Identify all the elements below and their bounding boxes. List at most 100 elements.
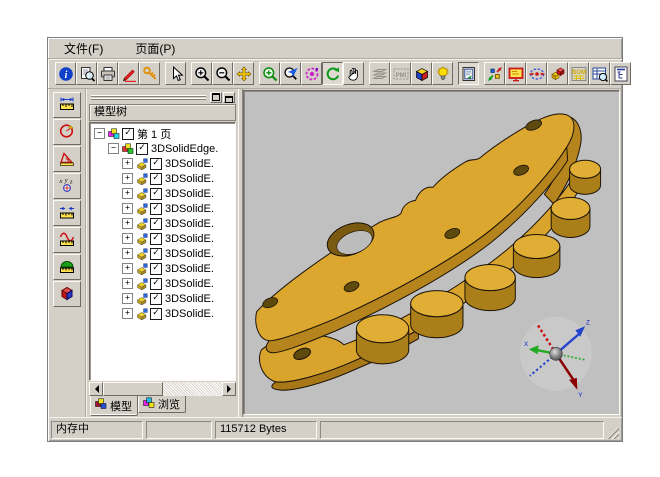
tree-row[interactable]: − ✓第 1 页	[90, 126, 235, 141]
tree-row[interactable]: + ✓3DSolidE.	[90, 261, 235, 276]
tree-row[interactable]: − ✓3DSolidEdge.	[90, 141, 235, 156]
view-cube-button[interactable]	[411, 62, 432, 85]
measure-radius-button[interactable]	[53, 119, 81, 145]
expand-icon[interactable]: +	[122, 293, 133, 304]
scroll-right-button[interactable]	[222, 382, 236, 396]
resize-grip[interactable]	[607, 427, 619, 439]
visibility-checkbox[interactable]: ✓	[150, 308, 162, 320]
tree-node-label[interactable]: 3DSolidE.	[165, 233, 214, 245]
tree-node-label[interactable]: 3DSolidE.	[165, 248, 214, 260]
expand-icon[interactable]: +	[122, 173, 133, 184]
tree-row[interactable]: + ✓3DSolidE.	[90, 231, 235, 246]
select-button[interactable]	[165, 62, 186, 85]
measure-area-button[interactable]	[53, 254, 81, 280]
collapse-icon[interactable]: −	[94, 128, 105, 139]
tree-row[interactable]: + ✓3DSolidE.	[90, 276, 235, 291]
menu-page[interactable]: 页面(P)	[131, 39, 179, 58]
tree-node-label[interactable]: 第 1 页	[137, 126, 171, 142]
pan-hand-button[interactable]	[343, 62, 364, 85]
expand-icon[interactable]: +	[122, 248, 133, 259]
layers-button[interactable]	[369, 62, 390, 85]
visibility-checkbox[interactable]: ✓	[150, 278, 162, 290]
measure-angle-button[interactable]	[53, 146, 81, 172]
zoom-window-button[interactable]	[259, 62, 280, 85]
panel-restore-button[interactable]	[210, 92, 222, 103]
lighting-button[interactable]	[432, 62, 453, 85]
print-preview-button[interactable]	[76, 62, 97, 85]
tree-row[interactable]: + ✓3DSolidE.	[90, 291, 235, 306]
expand-icon[interactable]: +	[122, 158, 133, 169]
tree-node-label[interactable]: 3DSolidE.	[165, 293, 214, 305]
visibility-checkbox[interactable]: ✓	[150, 263, 162, 275]
report-table-button[interactable]	[589, 62, 610, 85]
permissions-button[interactable]	[139, 62, 160, 85]
tree-row[interactable]: + ✓3DSolidE.	[90, 201, 235, 216]
visibility-checkbox[interactable]: ✓	[136, 143, 148, 155]
expand-icon[interactable]: +	[122, 278, 133, 289]
tree-row[interactable]: + ✓3DSolidE.	[90, 216, 235, 231]
visibility-checkbox[interactable]: ✓	[150, 218, 162, 230]
file-info-button[interactable]: i	[55, 62, 76, 85]
print-button[interactable]	[97, 62, 118, 85]
panel-hide-button[interactable]	[223, 92, 235, 103]
notebook-button[interactable]	[458, 62, 479, 85]
model-tree-toggle-button[interactable]	[610, 62, 631, 85]
tree-hscrollbar[interactable]	[89, 382, 236, 396]
viewport-3d[interactable]: X Z Y	[243, 90, 620, 415]
move-parts-button[interactable]	[547, 62, 568, 85]
tab-browse[interactable]: 浏览	[138, 396, 186, 413]
measure-curve-button[interactable]	[53, 227, 81, 253]
scroll-left-button[interactable]	[89, 382, 103, 396]
expand-icon[interactable]: +	[122, 263, 133, 274]
orientation-indicator[interactable]: X Z Y	[520, 317, 592, 399]
zoom-select-button[interactable]	[280, 62, 301, 85]
rotate-animation-button[interactable]	[526, 62, 547, 85]
zoom-in-button[interactable]	[191, 62, 212, 85]
expand-icon[interactable]: +	[122, 233, 133, 244]
measure-coordinate-button[interactable]: xyz	[53, 173, 81, 199]
visibility-checkbox[interactable]: ✓	[150, 173, 162, 185]
tree-row[interactable]: + ✓3DSolidE.	[90, 246, 235, 261]
menu-file[interactable]: 文件(F)	[60, 39, 107, 58]
tree-node-label[interactable]: 3DSolidE.	[165, 188, 214, 200]
measure-gap-button[interactable]	[53, 200, 81, 226]
tree-row[interactable]: + ✓3DSolidE.	[90, 186, 235, 201]
visibility-checkbox[interactable]: ✓	[150, 203, 162, 215]
expand-icon[interactable]: +	[122, 188, 133, 199]
explode-button[interactable]	[484, 62, 505, 85]
pmi-button[interactable]: PMI	[390, 62, 411, 85]
panel-gripper[interactable]	[89, 90, 236, 104]
pan-button[interactable]	[233, 62, 254, 85]
scrollbar-track[interactable]	[103, 382, 222, 396]
tree-node-label[interactable]: 3DSolidE.	[165, 263, 214, 275]
visibility-checkbox[interactable]: ✓	[150, 248, 162, 260]
expand-icon[interactable]: +	[122, 308, 133, 319]
bom-button[interactable]: BOM	[568, 62, 589, 85]
expand-icon[interactable]: +	[122, 203, 133, 214]
visibility-checkbox[interactable]: ✓	[150, 293, 162, 305]
tree-row[interactable]: + ✓3DSolidE.	[90, 306, 235, 321]
measure-volume-button[interactable]	[53, 281, 81, 307]
tree-node-label[interactable]: 3DSolidE.	[165, 158, 214, 170]
rotate-view-button[interactable]	[301, 62, 322, 85]
measure-distance-button[interactable]	[53, 92, 81, 118]
scrollbar-thumb[interactable]	[103, 382, 163, 396]
tree-node-label[interactable]: 3DSolidEdge.	[151, 143, 218, 155]
redline-markup-button[interactable]	[118, 62, 139, 85]
expand-icon[interactable]: +	[122, 218, 133, 229]
tab-model[interactable]: 模型	[90, 396, 138, 416]
snapshot-button[interactable]	[505, 62, 526, 85]
visibility-checkbox[interactable]: ✓	[150, 233, 162, 245]
tree-node-label[interactable]: 3DSolidE.	[165, 203, 214, 215]
tree-node-label[interactable]: 3DSolidE.	[165, 218, 214, 230]
tree-node-label[interactable]: 3DSolidE.	[165, 308, 214, 320]
visibility-checkbox[interactable]: ✓	[150, 188, 162, 200]
tree-node-label[interactable]: 3DSolidE.	[165, 278, 214, 290]
refresh-view-button[interactable]	[322, 62, 343, 85]
visibility-checkbox[interactable]: ✓	[122, 128, 134, 140]
zoom-out-button[interactable]	[212, 62, 233, 85]
tree-node-label[interactable]: 3DSolidE.	[165, 173, 214, 185]
visibility-checkbox[interactable]: ✓	[150, 158, 162, 170]
tree-row[interactable]: + ✓3DSolidE.	[90, 171, 235, 186]
collapse-icon[interactable]: −	[108, 143, 119, 154]
